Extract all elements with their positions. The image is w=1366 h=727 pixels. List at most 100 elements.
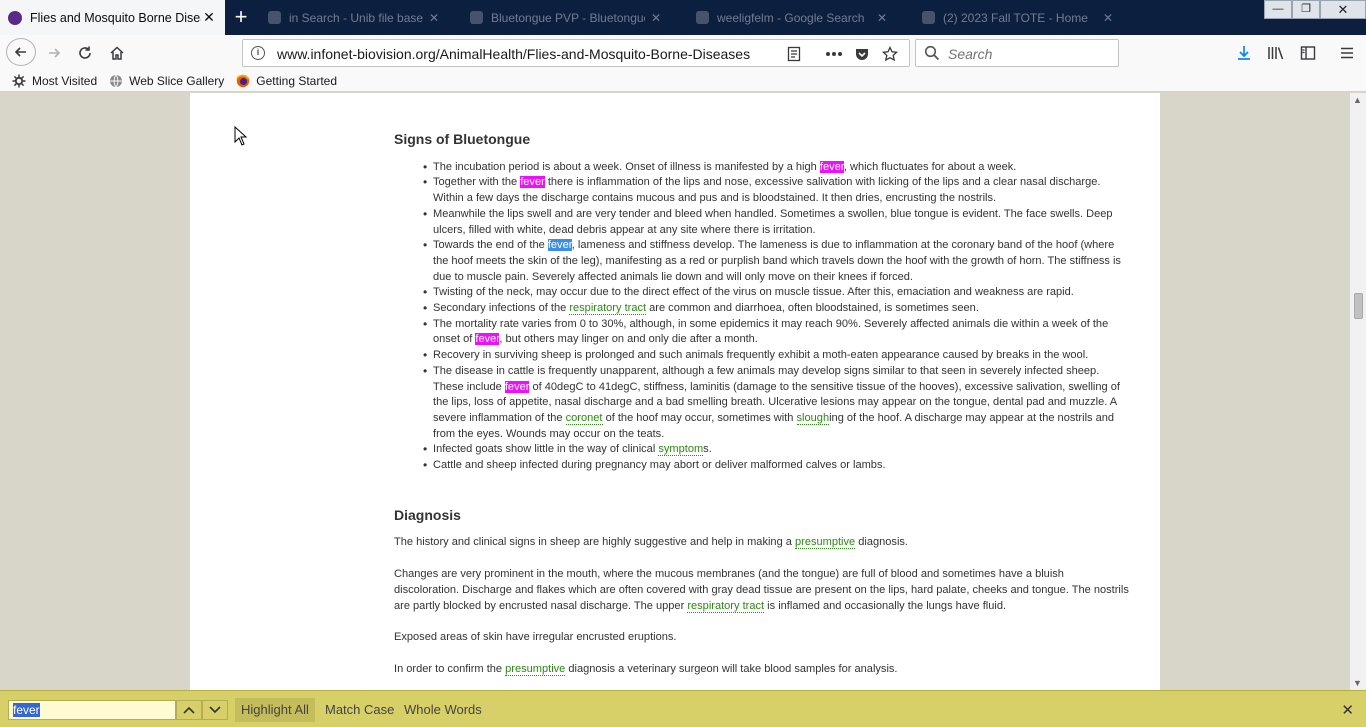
find-next-button[interactable] — [202, 700, 228, 720]
chevron-up-icon — [183, 706, 195, 714]
bookmarks-toolbar: Most Visited Web Slice Gallery Getting S… — [0, 70, 1366, 92]
text-run: Twisting of the neck, may occur due to t… — [433, 286, 1074, 299]
sign-list-item: Recovery in surviving sheep is prolonged… — [423, 348, 1132, 364]
text-run: Infected goats show little in the way of… — [433, 443, 659, 456]
gear-icon — [12, 74, 26, 88]
text-run: are common and diarrhoea, often bloodsta… — [646, 302, 979, 315]
pocket-icon[interactable] — [851, 45, 873, 63]
home-button[interactable] — [103, 40, 131, 66]
menu-button[interactable] — [1334, 40, 1360, 66]
url-bar[interactable]: i www.infonet-biovision.org/AnimalHealth… — [242, 39, 910, 67]
site-info-icon[interactable]: i — [251, 46, 265, 60]
back-arrow-icon — [14, 47, 26, 57]
tab-favicon-icon — [696, 11, 709, 24]
find-highlight: fever — [520, 176, 545, 189]
match-case-toggle[interactable]: Match Case — [319, 698, 400, 722]
globe-icon — [109, 74, 123, 88]
bookmark-web-slice-gallery[interactable]: Web Slice Gallery — [109, 74, 224, 88]
find-highlight: fever — [475, 333, 500, 346]
text-run: Exposed areas of skin have irregular enc… — [394, 631, 677, 644]
search-placeholder: Search — [948, 46, 993, 62]
close-tab-icon[interactable]: ✕ — [429, 11, 443, 25]
scroll-up-arrow-icon[interactable]: ▲ — [1353, 95, 1362, 105]
downloads-button[interactable] — [1231, 40, 1257, 66]
tab-background[interactable]: in Search - Unib file based on o ✕ — [258, 0, 453, 35]
sidebar-button[interactable] — [1295, 40, 1321, 66]
signs-heading: Signs of Bluetongue — [394, 131, 531, 147]
scroll-down-arrow-icon[interactable]: ▼ — [1353, 678, 1362, 688]
site-favicon-icon — [8, 10, 22, 25]
diagnosis-paragraph: In order to confirm the presumptive diag… — [394, 662, 1132, 678]
text-run: Recovery in surviving sheep is prolonged… — [433, 349, 1089, 362]
diagnosis-paragraph: Exposed areas of skin have irregular enc… — [394, 630, 1132, 646]
bookmark-getting-started[interactable]: Getting Started — [236, 74, 337, 88]
text-run: Meanwhile the lips swell and are very te… — [433, 207, 1113, 236]
bookmark-star-icon[interactable] — [879, 45, 901, 63]
text-run: is inflamed and occasionally the lungs h… — [764, 599, 1007, 612]
tab-background[interactable]: Bluetongue PVP - Bluetongue (BLU... ✕ — [460, 0, 675, 35]
text-run: Secondary infections of the — [433, 302, 570, 315]
find-previous-button[interactable] — [176, 700, 202, 720]
glossary-link[interactable]: presumptive — [505, 662, 566, 676]
diagnosis-paragraph: The history and clinical signs in sheep … — [394, 535, 1132, 551]
window-controls: — ❐ ✕ — [1264, 0, 1366, 20]
chevron-down-icon — [209, 706, 221, 714]
text-run: The incubation period is about a week. O… — [433, 160, 820, 173]
maximize-button[interactable]: ❐ — [1292, 0, 1320, 19]
close-tab-icon[interactable]: ✕ — [201, 9, 217, 26]
search-bar[interactable]: Search — [915, 39, 1119, 67]
tab-active[interactable]: Flies and Mosquito Borne Diseases ✕ — [0, 0, 225, 35]
forward-arrow-icon — [49, 48, 61, 58]
close-tab-icon[interactable]: ✕ — [651, 11, 665, 25]
bookmark-label: Web Slice Gallery — [129, 73, 225, 88]
bookmark-most-visited[interactable]: Most Visited — [12, 74, 97, 88]
tab-background[interactable]: (2) 2023 Fall TOTE - Home ✕ — [912, 0, 1127, 35]
text-run: The history and clinical signs in sheep … — [394, 536, 795, 549]
find-input[interactable]: fever — [8, 700, 176, 720]
glossary-link[interactable]: respiratory tract — [687, 599, 765, 613]
text-run: Together with the — [433, 176, 521, 189]
forward-button[interactable] — [40, 40, 68, 66]
back-button[interactable] — [6, 38, 36, 66]
library-button[interactable] — [1263, 40, 1289, 66]
reload-icon — [79, 46, 91, 59]
tab-title: weeligfelm - Google Search — [717, 10, 865, 25]
find-highlight: fever — [819, 160, 844, 173]
whole-words-toggle[interactable]: Whole Words — [398, 698, 488, 722]
reader-view-icon[interactable] — [783, 45, 805, 63]
sign-list-item: Together with the fever there is inflamm… — [423, 175, 1132, 206]
glossary-link[interactable]: coronet — [565, 411, 603, 425]
url-text[interactable]: www.infonet-biovision.org/AnimalHealth/F… — [277, 46, 750, 62]
find-bar: fever Highlight All Match Case Whole Wor… — [0, 690, 1366, 727]
close-tab-icon[interactable]: ✕ — [877, 11, 891, 25]
text-run: Cattle and sheep infected during pregnan… — [433, 459, 886, 472]
page-content-area: Signs of Bluetongue The incubation perio… — [190, 93, 1160, 690]
sign-list-item: Secondary infections of the respiratory … — [423, 301, 1132, 317]
sign-list-item: Twisting of the neck, may occur due to t… — [423, 285, 1132, 301]
sign-list-item: Infected goats show little in the way of… — [423, 442, 1132, 458]
article-content: Signs of Bluetongue The incubation perio… — [394, 131, 1132, 690]
minimize-button[interactable]: — — [1264, 0, 1292, 19]
close-find-bar-icon[interactable]: ✕ — [1341, 701, 1354, 719]
tab-background[interactable]: weeligfelm - Google Search ✕ — [686, 0, 901, 35]
glossary-link[interactable]: respiratory tract — [569, 302, 647, 316]
glossary-link[interactable]: presumptive — [795, 536, 856, 550]
new-tab-button[interactable]: + — [227, 0, 255, 35]
sign-list-item: The mortality rate varies from 0 to 30%,… — [423, 317, 1132, 348]
scrollbar-thumb[interactable] — [1354, 293, 1363, 319]
tab-title: (2) 2023 Fall TOTE - Home — [943, 10, 1088, 25]
close-tab-icon[interactable]: ✕ — [1103, 11, 1117, 25]
bookmark-label: Most Visited — [32, 73, 98, 88]
text-run: , but others may linger on and only die … — [499, 333, 758, 346]
close-window-button[interactable]: ✕ — [1320, 0, 1366, 19]
tab-strip: Flies and Mosquito Borne Diseases ✕ + in… — [0, 0, 1366, 35]
text-run: of the hoof may occur, sometimes with — [602, 411, 797, 424]
page-viewport: Signs of Bluetongue The incubation perio… — [0, 93, 1350, 690]
glossary-link[interactable]: symptom — [658, 443, 704, 457]
reload-button[interactable] — [71, 40, 99, 66]
vertical-scrollbar[interactable]: ▲ ▼ — [1350, 93, 1366, 690]
glossary-link[interactable]: slough — [796, 411, 830, 425]
sidebar-icon — [1300, 46, 1316, 60]
highlight-all-toggle[interactable]: Highlight All — [235, 698, 315, 722]
page-actions-icon[interactable] — [823, 45, 845, 63]
